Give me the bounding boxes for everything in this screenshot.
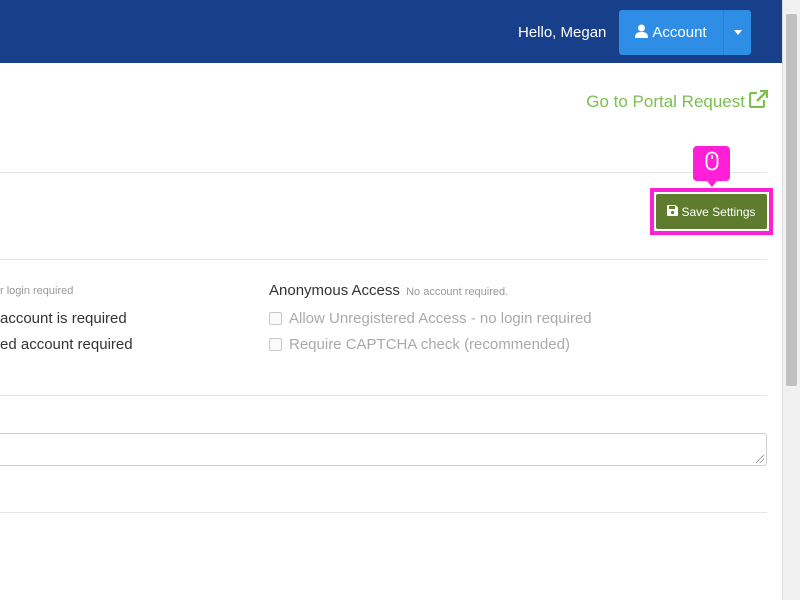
require-captcha-option[interactable]: Require CAPTCHA check (recommended) xyxy=(269,336,570,353)
account-button[interactable]: Account xyxy=(619,10,723,55)
account-label: Account xyxy=(652,24,707,41)
anonymous-access-title: Anonymous Access xyxy=(269,282,400,299)
floppy-disk-icon xyxy=(667,204,679,219)
vertical-scrollbar[interactable] xyxy=(782,0,800,600)
settings-textarea[interactable] xyxy=(0,433,767,466)
registered-option-2-label[interactable]: ed account required xyxy=(0,336,133,353)
require-captcha-checkbox[interactable] xyxy=(269,338,282,351)
divider xyxy=(0,172,767,173)
resize-grip-icon[interactable] xyxy=(756,455,764,463)
mouse-cursor-badge xyxy=(693,146,730,187)
top-navbar: Hello, Megan Account xyxy=(0,0,782,63)
anonymous-access-note: No account required. xyxy=(406,286,509,298)
account-dropdown-toggle[interactable] xyxy=(723,10,751,55)
divider xyxy=(0,512,767,513)
divider xyxy=(0,395,767,396)
registered-access-note: r login required xyxy=(0,285,74,297)
registered-option-1-label[interactable]: account is required xyxy=(0,310,127,327)
user-icon xyxy=(635,24,649,42)
scrollbar-thumb[interactable] xyxy=(786,14,797,386)
save-settings-button[interactable]: Save Settings xyxy=(656,194,767,229)
caret-down-icon xyxy=(733,30,742,35)
save-settings-label: Save Settings xyxy=(681,204,756,219)
portal-link-label: Go to Portal Request xyxy=(586,91,745,111)
divider xyxy=(0,259,767,260)
mouse-icon xyxy=(705,151,719,176)
external-link-icon xyxy=(748,89,769,113)
allow-unregistered-label: Allow Unregistered Access - no login req… xyxy=(289,310,592,327)
require-captcha-label: Require CAPTCHA check (recommended) xyxy=(289,336,570,353)
anonymous-access-heading: Anonymous Access No account required. xyxy=(269,282,508,299)
greeting-text: Hello, Megan xyxy=(518,24,607,41)
portal-request-link[interactable]: Go to Portal Request xyxy=(586,89,769,113)
allow-unregistered-option[interactable]: Allow Unregistered Access - no login req… xyxy=(269,310,592,327)
allow-unregistered-checkbox[interactable] xyxy=(269,312,282,325)
